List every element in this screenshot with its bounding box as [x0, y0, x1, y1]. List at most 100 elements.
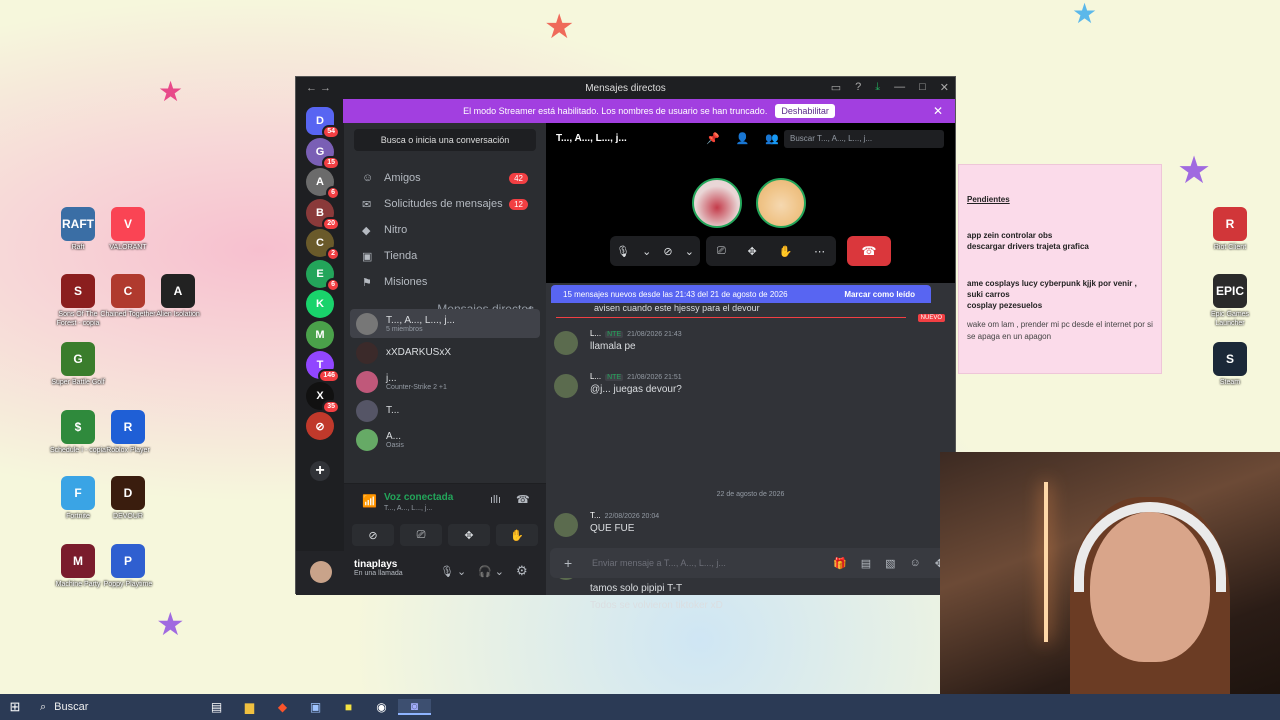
avatar[interactable] — [310, 561, 332, 583]
desktop-icon[interactable]: A Alien Isolation — [148, 274, 208, 319]
mic-control[interactable]: 🎙 ⌄ ⊘ ⌄ — [610, 236, 700, 266]
avatar — [356, 341, 378, 364]
app-icon[interactable]: ▣ — [299, 700, 332, 714]
screen-share-button[interactable]: ⎚ — [400, 524, 442, 546]
dm-item[interactable]: j... Counter-Strike 2 +1 — [350, 367, 540, 396]
add-attachment-icon[interactable]: + — [564, 555, 572, 571]
desktop-icon[interactable]: G Super Battle Golf — [48, 342, 108, 387]
desktop-icon[interactable]: P Poppy Playtime — [98, 544, 158, 589]
taskbar-search[interactable]: ⌕ Buscar — [30, 696, 200, 718]
activity-button[interactable]: ✥ — [448, 524, 490, 546]
server-icon[interactable]: G 15 — [306, 137, 340, 170]
call-avatar[interactable] — [692, 178, 742, 228]
disable-streamer-button[interactable]: Deshabilitar — [775, 104, 835, 118]
server-icon[interactable]: E6 — [306, 259, 340, 292]
server-icon[interactable]: T 146 — [306, 351, 340, 383]
desktop-icon[interactable]: V VALORANT — [98, 207, 158, 252]
desktop-icon[interactable]: EPIC Epic Games Launcher — [1200, 274, 1260, 328]
desktop-icon[interactable]: R Roblox Player — [98, 410, 158, 455]
soundboard-icon[interactable]: ✋ — [779, 245, 793, 258]
nav-item-amigos[interactable]: ☺ Amigos 42 — [350, 165, 540, 191]
disconnect-icon[interactable]: ☎ — [516, 493, 530, 506]
author-name[interactable]: T... — [590, 511, 601, 520]
add-member-icon[interactable]: 👤 — [736, 132, 750, 145]
chat-area: T..., A..., L..., j... 📌 👤 👥 Buscar T...… — [546, 123, 955, 611]
soundboard-button[interactable]: ✋ — [496, 524, 538, 546]
gif-icon[interactable]: ▤ — [861, 557, 871, 570]
sticker-icon[interactable]: ▧ — [885, 557, 895, 570]
maximize-icon[interactable]: □ — [919, 81, 926, 94]
server-icon[interactable]: C2 — [306, 229, 340, 261]
task-view-icon[interactable]: ▤ — [200, 700, 233, 714]
nav-item-nitro[interactable]: ◆ Nitro — [350, 217, 540, 243]
mic-icon[interactable]: 🎙 ⌄ — [440, 565, 466, 578]
mark-read-button[interactable]: Marcar como leído — [844, 290, 915, 299]
screen-share-icon[interactable]: ⎚ — [717, 245, 726, 258]
chat-header: T..., A..., L..., j... — [556, 133, 627, 144]
download-icon[interactable]: ⤓ — [875, 81, 880, 94]
server-icon[interactable]: ⊘ — [306, 412, 334, 440]
call-avatar[interactable] — [756, 178, 806, 228]
desktop-icon[interactable]: D DEVOUR — [98, 476, 158, 521]
server-icon[interactable]: M — [306, 320, 334, 349]
chevron-down-icon[interactable]: ⌄ — [642, 245, 651, 258]
server-icon[interactable]: A6 — [306, 168, 340, 200]
mic-icon[interactable]: 🎙 — [616, 245, 630, 258]
dm-name: xXDARKUSxX — [386, 347, 452, 358]
avatar[interactable] — [554, 331, 578, 355]
avatar[interactable] — [554, 374, 578, 398]
nav-item-tienda[interactable]: ▣ Tienda — [350, 243, 540, 269]
members-icon[interactable]: 👥 — [765, 132, 779, 145]
server-icon[interactable]: B 20 — [306, 198, 340, 231]
avatar[interactable] — [554, 513, 578, 537]
server-icon[interactable]: X 35 — [306, 381, 340, 414]
file-explorer-icon[interactable]: ▆ — [233, 700, 266, 714]
voice-status[interactable]: Voz conectada — [384, 492, 453, 503]
server-icon[interactable]: D 54 — [306, 107, 340, 139]
minimize-icon[interactable]: — — [894, 81, 905, 94]
obs-icon[interactable]: ◉ — [365, 700, 398, 714]
inbox-icon[interactable]: ▭ — [831, 81, 841, 94]
close-banner-icon[interactable]: ✕ — [933, 104, 943, 118]
pin-icon[interactable]: 📌 — [706, 132, 720, 145]
add-server-icon[interactable]: + — [310, 461, 330, 481]
camera-button[interactable]: ⊘ — [352, 524, 394, 546]
nav-item-solicitudes[interactable]: ✉ Solicitudes de mensajes 12 — [350, 191, 540, 217]
sticky-notes-icon[interactable]: ■ — [332, 700, 365, 714]
camera-off-icon[interactable]: ⊘ — [663, 245, 672, 258]
back-forward-icon[interactable]: ← → — [306, 82, 331, 94]
author-name[interactable]: L... — [590, 329, 601, 338]
sticky-note[interactable]: Pendientes app zein controlar obs descar… — [958, 164, 1162, 374]
app-icon: A — [161, 274, 195, 308]
discord-taskbar-icon[interactable]: ◙ — [398, 699, 431, 715]
headphones-icon[interactable]: 🎧 ⌄ — [478, 565, 504, 578]
chat-search-input[interactable]: Buscar T..., A..., L..., j... — [784, 130, 944, 148]
activity-icon[interactable]: ✥ — [748, 245, 757, 258]
emoji-icon[interactable]: ☺ — [910, 557, 921, 570]
dm-item[interactable]: T... — [350, 396, 540, 425]
server-icon[interactable]: K — [306, 290, 334, 318]
dm-item[interactable]: A... Oasis — [350, 425, 540, 454]
close-icon[interactable]: ✕ — [940, 81, 949, 94]
camera-off-icon: ⊘ — [368, 529, 378, 542]
chevron-down-icon[interactable]: ⌄ — [685, 245, 694, 258]
find-conversation-button[interactable]: Busca o inicia una conversación — [354, 129, 536, 151]
hang-up-button[interactable]: ☎ — [847, 236, 891, 266]
noise-icon[interactable]: ıllı — [490, 494, 501, 506]
message-input[interactable]: + Enviar mensaje a T..., A..., L..., j..… — [550, 548, 950, 578]
desktop-icon[interactable]: S Steam — [1200, 342, 1260, 387]
app-icon: F — [61, 476, 95, 510]
desktop-icon[interactable]: R Riot Client — [1200, 207, 1260, 252]
brave-icon[interactable]: ◆ — [266, 700, 299, 714]
author-name[interactable]: L... — [590, 372, 601, 381]
windows-start-icon[interactable]: ⊞ — [0, 699, 30, 715]
gift-icon[interactable]: 🎁 — [833, 557, 847, 570]
nav-item-misiones[interactable]: ⚑ Misiones — [350, 269, 540, 295]
new-messages-bar[interactable]: 15 mensajes nuevos desde las 21:43 del 2… — [551, 285, 931, 303]
dm-text: T..., A..., L..., j... 5 miembros — [386, 315, 455, 333]
settings-icon[interactable]: ⚙ — [516, 563, 528, 579]
dm-item[interactable]: xXDARKUSxX — [350, 338, 540, 367]
dm-item[interactable]: T..., A..., L..., j... 5 miembros — [350, 309, 540, 338]
help-icon[interactable]: ? — [855, 81, 861, 94]
more-icon[interactable]: ⋯ — [814, 245, 825, 258]
